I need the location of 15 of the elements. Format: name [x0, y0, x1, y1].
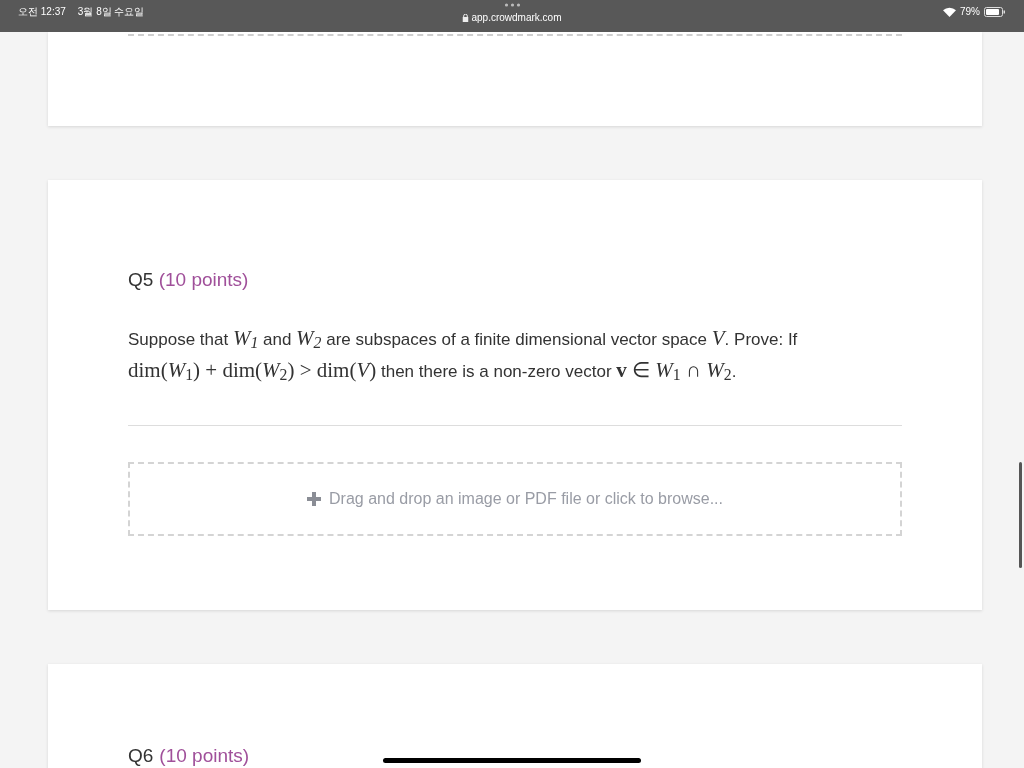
battery-icon [984, 6, 1006, 17]
points-label: (10 points) [158, 269, 249, 290]
lock-icon [462, 13, 469, 22]
more-icon[interactable] [504, 3, 520, 7]
date-text: 3월 8일 수요일 [77, 5, 145, 19]
question-text: Suppose that W$_{1}$ and W$_{2}$ are subspaces of a finite dimensional vector space V. Prove: If dim(W$_{1}$) + dim(W$_{2}$) > dim(V) then there is a non-zero vector v ∈ W$_{1}$ ∩ W$_{2}$. [128, 324, 799, 386]
upload-text: Drag and drop an image or PDF file or click to browse... [329, 488, 723, 509]
plus-icon [307, 491, 321, 506]
clock-time: 오전 12:37 [18, 5, 66, 19]
battery-percent: 79% [960, 5, 980, 19]
points-label: (10 points) [159, 744, 250, 768]
url-text[interactable]: app.crowdmark.com [471, 10, 562, 25]
question-number: Q6 [128, 744, 154, 768]
wifi-icon [943, 6, 956, 17]
question-number: Q5 [128, 269, 154, 290]
